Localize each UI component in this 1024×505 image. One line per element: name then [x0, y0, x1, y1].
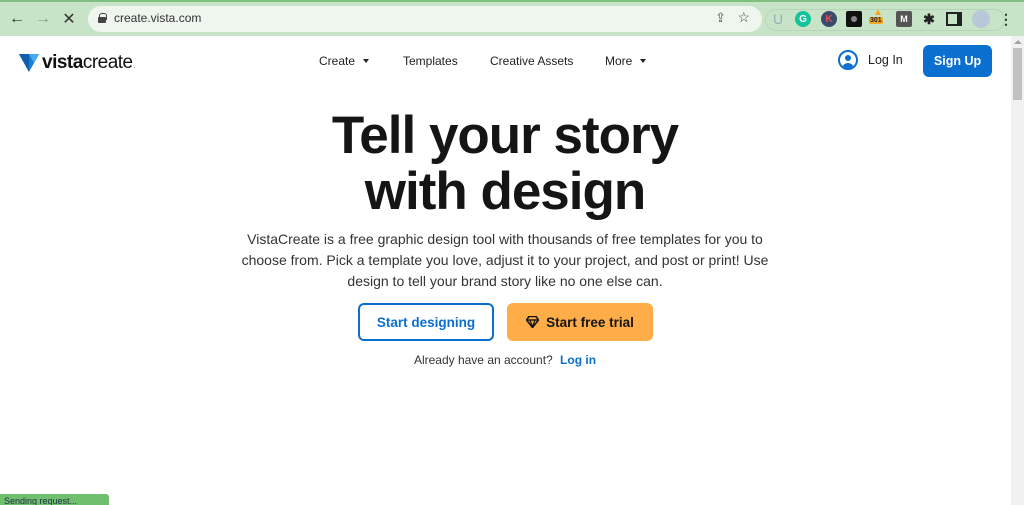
arrow-left-icon: ←	[9, 10, 25, 27]
close-icon: ✕	[62, 11, 76, 28]
logo-text-light: create	[82, 52, 133, 73]
profile-avatar-icon[interactable]	[972, 10, 990, 28]
puzzle-icon[interactable]: ✱	[921, 11, 937, 27]
hero-description-line3: design to tell your brand story like no …	[347, 273, 663, 289]
start-designing-button[interactable]: Start designing	[358, 303, 494, 341]
back-button[interactable]: ←	[6, 8, 28, 30]
status-bubble: Sending request...	[0, 494, 109, 505]
logo-triangle-icon	[19, 54, 39, 72]
nav-templates-label: Templates	[403, 54, 458, 68]
logo-dot: .	[133, 64, 136, 70]
camera-extension-icon[interactable]	[846, 11, 862, 27]
caret-down-icon	[363, 59, 370, 63]
nav-creative-assets[interactable]: Creative Assets	[490, 54, 573, 68]
badge-count: 301	[869, 17, 883, 24]
logo-text-bold: vista	[42, 52, 83, 73]
badge-extension-icon[interactable]: ▲ 301	[869, 7, 886, 27]
scroll-up-arrow-icon[interactable]	[1014, 40, 1022, 44]
login-inline-link[interactable]: Log in	[560, 353, 596, 367]
page-scrollbar[interactable]	[1011, 36, 1024, 505]
browser-toolbar: ← → ✕ create.vista.com ⇪ ☆ U G K ▲ 301 M…	[0, 0, 1024, 36]
bookmark-star-icon[interactable]: ☆	[737, 9, 750, 26]
arrow-right-icon: →	[35, 10, 51, 27]
nav-more[interactable]: More	[605, 54, 647, 68]
start-free-trial-button[interactable]: Start free trial	[507, 303, 653, 341]
hero-description: VistaCreate is a free graphic design too…	[0, 229, 1010, 292]
nav-create-label: Create	[319, 54, 356, 68]
k-extension-icon[interactable]: K	[821, 11, 837, 27]
login-label: Log In	[868, 53, 903, 67]
nav-more-label: More	[605, 54, 633, 68]
nav-templates[interactable]: Templates	[403, 54, 458, 68]
scrollbar-thumb[interactable]	[1013, 48, 1022, 100]
kebab-menu-icon[interactable]: ⋮	[998, 11, 1014, 27]
hero-title: Tell your story with design	[0, 108, 1010, 220]
hero-title-line2: with design	[364, 162, 647, 221]
signup-button[interactable]: Sign Up	[923, 45, 992, 77]
share-icon[interactable]: ⇪	[715, 10, 726, 26]
caret-down-icon	[640, 59, 647, 63]
nav-create[interactable]: Create	[319, 54, 370, 68]
forward-button[interactable]: →	[32, 8, 54, 30]
page-content: vista create . Create Templates Creative…	[0, 36, 1024, 505]
stop-button[interactable]: ✕	[58, 8, 80, 30]
hero-description-line2: choose from. Pick a template you love, a…	[241, 252, 769, 268]
u-extension-icon[interactable]: U	[770, 11, 786, 27]
hero-description-line1: VistaCreate is a free graphic design too…	[247, 231, 763, 247]
address-bar[interactable]: create.vista.com ⇪ ☆	[88, 6, 762, 32]
url-text[interactable]: create.vista.com	[114, 11, 201, 25]
user-circle-icon	[838, 50, 858, 70]
m-extension-icon[interactable]: M	[896, 11, 912, 27]
gem-icon	[526, 316, 540, 328]
login-link[interactable]: Log In	[838, 50, 903, 70]
account-prompt-text: Already have an account?	[413, 353, 553, 367]
nav-creative-assets-label: Creative Assets	[490, 54, 574, 68]
vistacreate-logo[interactable]: vista create .	[19, 52, 135, 74]
side-panel-icon[interactable]	[946, 11, 962, 27]
lock-icon	[98, 13, 107, 23]
account-prompt: Already have an account? Log in	[0, 353, 1010, 367]
grammarly-icon[interactable]: G	[795, 11, 811, 27]
start-free-trial-label: Start free trial	[546, 314, 634, 330]
hero-title-line1: Tell your story	[331, 106, 679, 165]
